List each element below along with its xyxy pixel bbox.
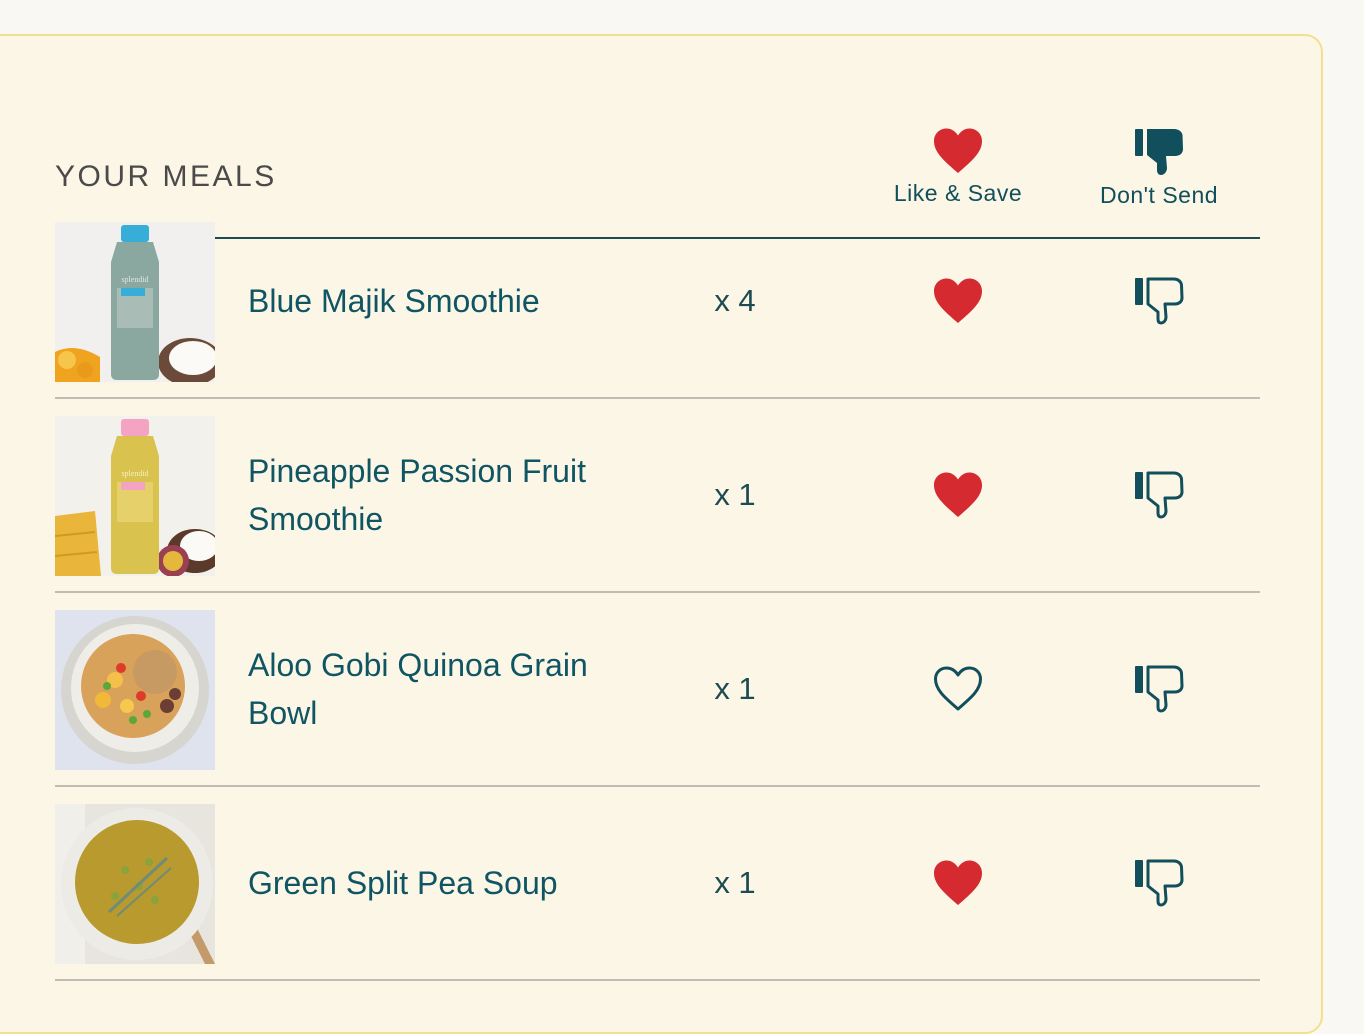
- meal-name[interactable]: Aloo Gobi Quinoa Grain Bowl: [248, 593, 638, 785]
- meal-name[interactable]: Green Split Pea Soup: [248, 787, 638, 979]
- like-save-button[interactable]: [858, 399, 1058, 591]
- meal-quantity: x 1: [714, 865, 756, 900]
- heart-filled-icon: [934, 860, 982, 905]
- meal-name[interactable]: Blue Majik Smoothie: [248, 205, 638, 397]
- thumbs-down-outline-icon: [1135, 859, 1184, 907]
- like-save-button[interactable]: [858, 205, 1058, 397]
- thumbs-down-icon: [1135, 129, 1183, 175]
- meals-panel: YOUR MEALS Like & Save Don't Send splend…: [0, 34, 1323, 1034]
- dont-send-column-header: Don't Send: [1059, 128, 1259, 209]
- heart-filled-icon: [934, 472, 982, 517]
- dont-send-button[interactable]: [1059, 593, 1259, 785]
- like-save-button[interactable]: [858, 787, 1058, 979]
- heart-icon: [934, 128, 982, 173]
- meal-list: splendid Blue Majik Smoothie x 4 splendi…: [55, 205, 1260, 981]
- like-save-label: Like & Save: [893, 180, 1023, 206]
- svg-text:splendid: splendid: [121, 469, 148, 478]
- list-item: Aloo Gobi Quinoa Grain Bowl x 1: [55, 593, 1260, 787]
- dont-send-button[interactable]: [1059, 399, 1259, 591]
- svg-text:splendid: splendid: [121, 275, 148, 284]
- thumbs-down-outline-icon: [1135, 471, 1184, 519]
- thumbs-down-outline-icon: [1135, 665, 1184, 713]
- heart-filled-icon: [934, 278, 982, 323]
- dont-send-button[interactable]: [1059, 787, 1259, 979]
- page-title: YOUR MEALS: [55, 160, 277, 193]
- meal-quantity: x 1: [714, 671, 756, 706]
- list-item: Green Split Pea Soup x 1: [55, 787, 1260, 981]
- meal-quantity: x 1: [714, 477, 756, 512]
- pea-soup-bowl-image[interactable]: [55, 804, 215, 964]
- dont-send-button[interactable]: [1059, 205, 1259, 397]
- like-save-column-header: Like & Save: [858, 128, 1058, 207]
- grain-bowl-image[interactable]: [55, 610, 215, 770]
- blue-smoothie-bottle-image[interactable]: splendid: [55, 222, 215, 382]
- heart-outline-icon: [934, 666, 982, 711]
- meal-name[interactable]: Pineapple Passion Fruit Smoothie: [248, 399, 638, 591]
- yellow-smoothie-bottle-image[interactable]: splendid: [55, 416, 215, 576]
- thumbs-down-outline-icon: [1135, 277, 1184, 325]
- list-item: splendid Blue Majik Smoothie x 4: [55, 205, 1260, 399]
- list-item: splendid Pineapple Passion Fruit Smoothi…: [55, 399, 1260, 593]
- like-save-button[interactable]: [858, 593, 1058, 785]
- meal-quantity: x 4: [714, 283, 756, 318]
